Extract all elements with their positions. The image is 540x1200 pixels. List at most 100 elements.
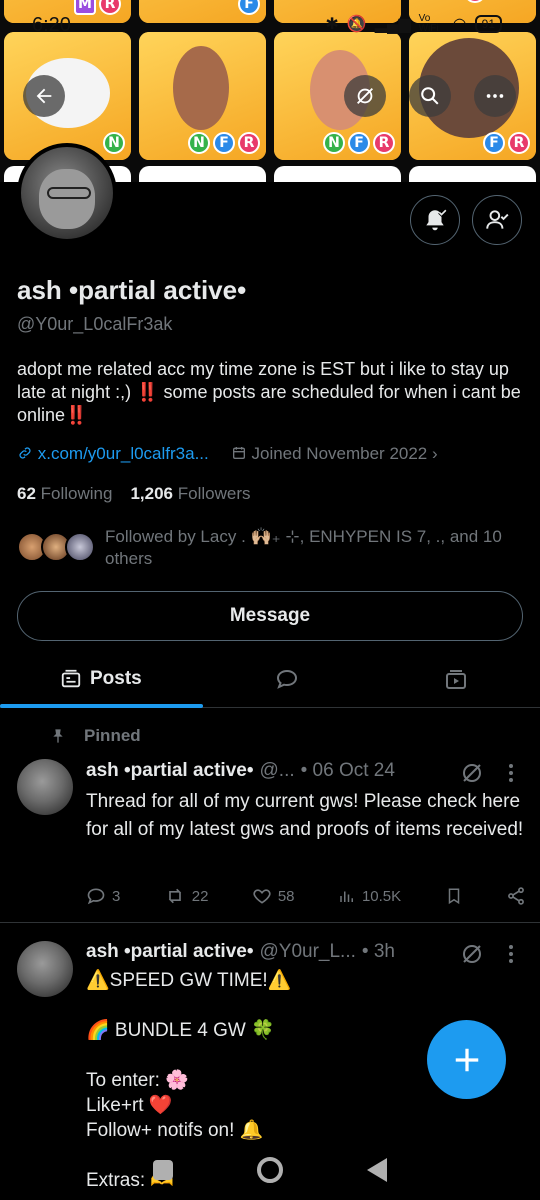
following-count: 62 [17, 484, 36, 503]
followers-label: Followers [177, 484, 251, 503]
tag-f: F [213, 132, 235, 154]
link-icon [19, 447, 31, 459]
bio-emphasis-2: ‼️ [65, 405, 88, 425]
post-time: • 3h [361, 941, 395, 962]
like-count: 58 [277, 887, 295, 905]
pin-icon [53, 729, 63, 743]
profile-handle: @Y0ur_L0calFr3ak [17, 314, 173, 334]
tag-r: R [238, 132, 260, 154]
profile-meta: x.com/y0ur_l0calfr3a... Joined November … [17, 444, 438, 464]
mute-icon: 🔕 [346, 16, 367, 33]
search-icon [421, 87, 439, 105]
profile-link[interactable]: x.com/y0ur_l0calfr3a... [17, 444, 209, 464]
repost-button[interactable]: 22 [164, 886, 209, 906]
back-nav-button[interactable] [367, 1158, 387, 1182]
tag-r: R [508, 132, 530, 154]
post-author-handle: @Y0ur_L... [259, 941, 356, 962]
tab-posts[interactable]: Posts [60, 650, 142, 708]
tab-media[interactable] [444, 650, 468, 708]
tag-n: N [188, 132, 210, 154]
system-navigation-bar [0, 1140, 540, 1200]
followers-count: 1,206 [130, 484, 174, 503]
profile-name: ash •partial active• [17, 275, 247, 305]
tag-f: F [348, 132, 370, 154]
profile-avatar[interactable] [17, 143, 117, 243]
followed-by[interactable]: Followed by Lacy . 🙌🏼₊ ⊹, ENHYPEN IS 7, … [17, 526, 515, 570]
pinned-label: Pinned [84, 726, 141, 745]
profile-link-text[interactable]: x.com/y0ur_l0calfr3a... [38, 444, 209, 463]
reply-count: 3 [112, 887, 121, 905]
person-check-icon [486, 210, 509, 229]
following-stat[interactable]: 62 Following [17, 484, 112, 504]
following-button[interactable] [472, 195, 522, 245]
chevron-right-icon[interactable]: › [432, 444, 438, 463]
calendar-icon [232, 447, 245, 459]
status-time: 6:20 [32, 14, 71, 36]
reply-button[interactable]: 3 [86, 886, 120, 906]
mini-avatar [65, 532, 95, 562]
post-more-icon[interactable] [508, 944, 514, 964]
post-time: • 06 Oct 24 [300, 760, 395, 781]
more-button[interactable] [474, 75, 516, 117]
bio-emphasis-1: ‼️ [136, 382, 159, 402]
reply-icon [87, 888, 105, 905]
following-label: Following [40, 484, 113, 503]
media-icon [446, 670, 466, 689]
followers-stat[interactable]: 1,206 Followers [130, 484, 250, 504]
banner-tile: NFR [139, 32, 266, 160]
search-button[interactable] [409, 75, 451, 117]
tag-r: R [464, 0, 486, 3]
follow-stats: 62 Following 1,206 Followers [17, 484, 251, 504]
post-avatar[interactable] [17, 941, 73, 997]
vowifi-icon: Vo WiFi [418, 13, 439, 34]
recents-button[interactable] [153, 1160, 173, 1180]
status-icons: ✱ 🔕 ▂▄▆ Vo WiFi ◠ 91 [325, 14, 502, 34]
bell-check-icon [426, 209, 447, 231]
tab-posts-label: Posts [90, 668, 142, 689]
more-icon [486, 94, 504, 98]
views-button[interactable]: 10.5K [338, 887, 401, 905]
like-button[interactable]: 58 [252, 886, 295, 906]
bluetooth-icon: ✱ [325, 16, 339, 33]
reply-bubble-icon [276, 669, 298, 689]
heart-icon [253, 889, 271, 904]
notifications-button[interactable] [410, 195, 460, 245]
home-button[interactable] [257, 1157, 283, 1183]
battery-icon: 91 [474, 15, 502, 33]
hide-banner-button[interactable] [344, 75, 386, 117]
banner-tile [139, 166, 266, 182]
repost-icon [168, 888, 181, 904]
post-header: ash •partial active• @Y0ur_L... • 3h [86, 941, 395, 963]
profile-tabs: Posts [0, 650, 540, 708]
tag-f: F [483, 132, 505, 154]
followed-by-text: Followed by Lacy . 🙌🏼₊ ⊹, ENHYPEN IS 7, … [105, 527, 502, 568]
joined-text: Joined November 2022 [251, 444, 428, 463]
grok-icon[interactable] [460, 942, 484, 966]
tag-n: N [323, 132, 345, 154]
repost-count: 22 [191, 887, 209, 905]
share-icon[interactable] [506, 886, 526, 906]
banner-tile [409, 166, 536, 182]
post-author-handle: @... [259, 760, 295, 781]
post-divider [0, 922, 540, 923]
views-icon [340, 891, 353, 902]
avatar-face [39, 169, 95, 229]
bookmark-icon[interactable] [445, 886, 463, 906]
wifi-icon: ◠ [452, 16, 467, 33]
post-author-name[interactable]: ash •partial active• [86, 760, 254, 782]
views-count: 10.5K [361, 887, 402, 905]
message-button[interactable]: Message [17, 591, 523, 641]
status-bar: 6:20 ✱ 🔕 ▂▄▆ Vo WiFi ◠ 91 [0, 10, 540, 40]
tab-replies[interactable] [275, 650, 299, 708]
plus-icon [455, 1048, 478, 1071]
tag-r: R [373, 132, 395, 154]
avatar-glasses [47, 187, 91, 199]
tab-active-indicator [0, 704, 203, 708]
back-button[interactable] [23, 75, 65, 117]
compose-button[interactable] [427, 1020, 506, 1099]
eye-off-icon [357, 88, 373, 104]
post-avatar[interactable] [17, 759, 73, 815]
post-more-icon[interactable] [508, 763, 514, 783]
grok-icon[interactable] [460, 761, 484, 785]
post-author-name[interactable]: ash •partial active• [86, 941, 254, 963]
